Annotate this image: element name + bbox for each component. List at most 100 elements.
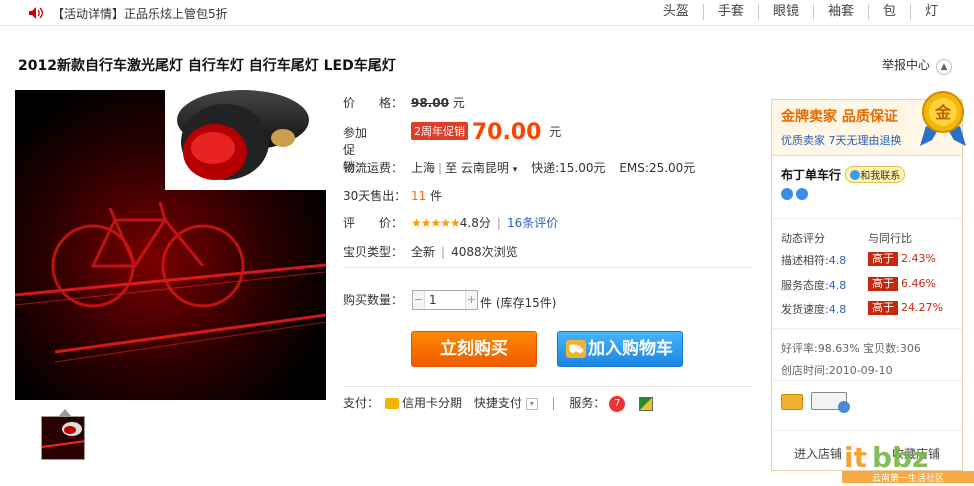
cart-icon: ⛟ (566, 340, 586, 358)
score-row: 描述相符:4.8 高于 2.43% (781, 252, 936, 268)
rating-label: 评 价： (343, 216, 404, 230)
star-rating-icon: ★★★★★ (411, 216, 461, 230)
quantity-stepper[interactable]: − 1 + (412, 290, 478, 310)
chevron-down-icon: ▾ (512, 165, 518, 175)
divider (343, 267, 752, 268)
higher-badge: 高于 (868, 252, 898, 266)
quantity-input[interactable]: 1 (429, 293, 437, 307)
rating-row: 评 价： ★★★★★4.8分 | 16条评价 (343, 216, 559, 230)
score-percent: 6.46% (901, 277, 936, 290)
add-to-cart-button[interactable]: ⛟ 加入购物车 (557, 331, 683, 367)
enter-shop-link[interactable]: 进入店铺 (794, 445, 842, 462)
chat-icon (850, 170, 861, 180)
credit-level-icon (781, 188, 808, 203)
quantity-label: 购买数量： (343, 293, 404, 307)
sales-row: 30天售出： 11 件 (343, 187, 442, 204)
ems-fee: EMS:25.00元 (619, 161, 696, 175)
thumbnail-image[interactable] (41, 416, 85, 460)
price-row: 价 格： 98.00 元 (343, 94, 465, 111)
speaker-icon (29, 7, 43, 19)
seller-guarantee[interactable]: 优质卖家 7天无理由退换 (781, 132, 902, 148)
nav-helmet[interactable]: 头盔 (649, 4, 703, 20)
gold-medal-icon: 金 (920, 91, 966, 146)
divider (772, 328, 962, 329)
divider (343, 386, 752, 387)
plus-icon[interactable]: + (465, 291, 477, 309)
item-condition: 全新 (411, 245, 436, 259)
minus-icon[interactable]: − (413, 291, 425, 309)
gold-seller-badge: 金牌卖家 品质保证 (781, 109, 898, 125)
sales-count: 11 (411, 189, 427, 203)
nav-glasses[interactable]: 眼镜 (757, 4, 813, 20)
bike-laser-light-photo (15, 90, 326, 400)
watermark-slogan: 云南第一生活社区 (872, 472, 944, 483)
certified-badge-icon[interactable] (810, 392, 850, 413)
good-rate-row: 好评率:98.63% 宝贝数:306 (781, 340, 921, 356)
good-rate: 好评率:98.63% (781, 342, 860, 355)
compare-label: 与同行比 (868, 232, 912, 245)
top-bar: 【活动详情】正品乐炫上管包5折 头盔 手套 眼镜 袖套 包 灯 (0, 0, 974, 26)
contact-button[interactable]: 和我联系 (845, 166, 906, 183)
card-badge-icon[interactable] (781, 394, 803, 410)
seven-day-icon[interactable]: 7 (609, 395, 626, 412)
ship-to-prefix: 至 (445, 161, 458, 175)
promo-unit: 元 (549, 125, 562, 139)
score-row: 发货速度:4.8 高于 24.27% (781, 301, 943, 317)
credit-card-icon (385, 398, 400, 409)
guarantee-icon[interactable] (639, 396, 654, 411)
divider (772, 218, 962, 219)
score-percent: 24.27% (901, 301, 943, 314)
nav-lights[interactable]: 灯 (909, 4, 952, 20)
score-value: 4.8 (828, 303, 847, 316)
shipping-label: 物流运费： (343, 161, 404, 175)
items-count: 宝贝数:306 (863, 342, 921, 355)
ship-destination[interactable]: 云南昆明 ▾ (461, 161, 517, 175)
payment-bar: 支付： 信用卡分期 快捷支付 ▾ | 服务： 7 (343, 394, 654, 412)
score-name: 描述相符: (781, 254, 829, 267)
product-title: 2012新款自行车激光尾灯 自行车灯 自行车尾灯 LED车尾灯 (18, 58, 396, 74)
chevron-down-icon[interactable]: ▾ (525, 397, 538, 410)
svg-text:it: it (844, 441, 867, 474)
seller-badges (781, 392, 850, 413)
price-label: 价 格： (343, 96, 404, 110)
category-nav: 头盔 手套 眼镜 袖套 包 灯 (649, 4, 952, 20)
item-type-row: 宝贝类型： 全新 | 4088次浏览 (343, 245, 518, 259)
shipping-row: 物流运费： 上海 | 至 云南昆明 ▾ 快递:15.00元 EMS:25.00元 (343, 161, 696, 175)
ship-to-city: 云南昆明 (460, 161, 509, 175)
add-to-cart-label: 加入购物车 (588, 339, 673, 359)
thumbnail-photo (42, 417, 84, 459)
credit-installment-link[interactable]: 信用卡分期 (402, 396, 462, 410)
higher-badge: 高于 (868, 277, 898, 291)
nav-bags[interactable]: 包 (867, 4, 910, 20)
express-fee: 快递:15.00元 (531, 161, 606, 175)
nav-gloves[interactable]: 手套 (702, 4, 758, 20)
ship-from: 上海 (411, 161, 436, 175)
medal-text: 金 (934, 103, 952, 122)
shop-name-row: 布丁单车行 和我联系 (781, 166, 906, 183)
watermark-logo: it bbz 云南第一生活社区 (842, 437, 974, 484)
stock-info: 件 (库存15件) (480, 296, 557, 310)
report-center[interactable]: 举报中心 ▲ (882, 56, 953, 75)
dynamic-score-label: 动态评分 (781, 232, 825, 245)
quick-pay-link[interactable]: 快捷支付 (474, 396, 522, 410)
shop-created: 创店时间:2010-09-10 (781, 364, 893, 377)
promo-price: 70.00 (471, 120, 542, 145)
score-value: 4.8 (828, 279, 847, 292)
item-type-label: 宝贝类型： (343, 245, 404, 259)
sales-label: 30天售出： (343, 189, 407, 203)
promo-badge: 2周年促销 (411, 122, 468, 140)
shop-name[interactable]: 布丁单车行 (781, 168, 841, 182)
report-center-label: 举报中心 (882, 58, 931, 72)
promo-notice-link[interactable]: 【活动详情】正品乐炫上管包5折 (52, 5, 228, 22)
sales-unit: 件 (430, 189, 443, 203)
nav-sleeves[interactable]: 袖套 (812, 4, 868, 20)
product-main-image[interactable] (15, 90, 326, 400)
score-name: 发货速度: (781, 303, 829, 316)
score-name: 服务态度: (781, 279, 829, 292)
seller-panel: 金牌卖家 品质保证 优质卖家 7天无理由退换 金 布丁单车行 和我联系 动态评分… (771, 91, 966, 471)
reviews-link[interactable]: 16条评价 (507, 216, 558, 230)
price-unit: 元 (452, 96, 465, 110)
buy-now-button[interactable]: 立刻购买 (411, 331, 537, 367)
higher-badge: 高于 (868, 301, 898, 315)
chevron-up-icon[interactable]: ▲ (936, 59, 953, 75)
